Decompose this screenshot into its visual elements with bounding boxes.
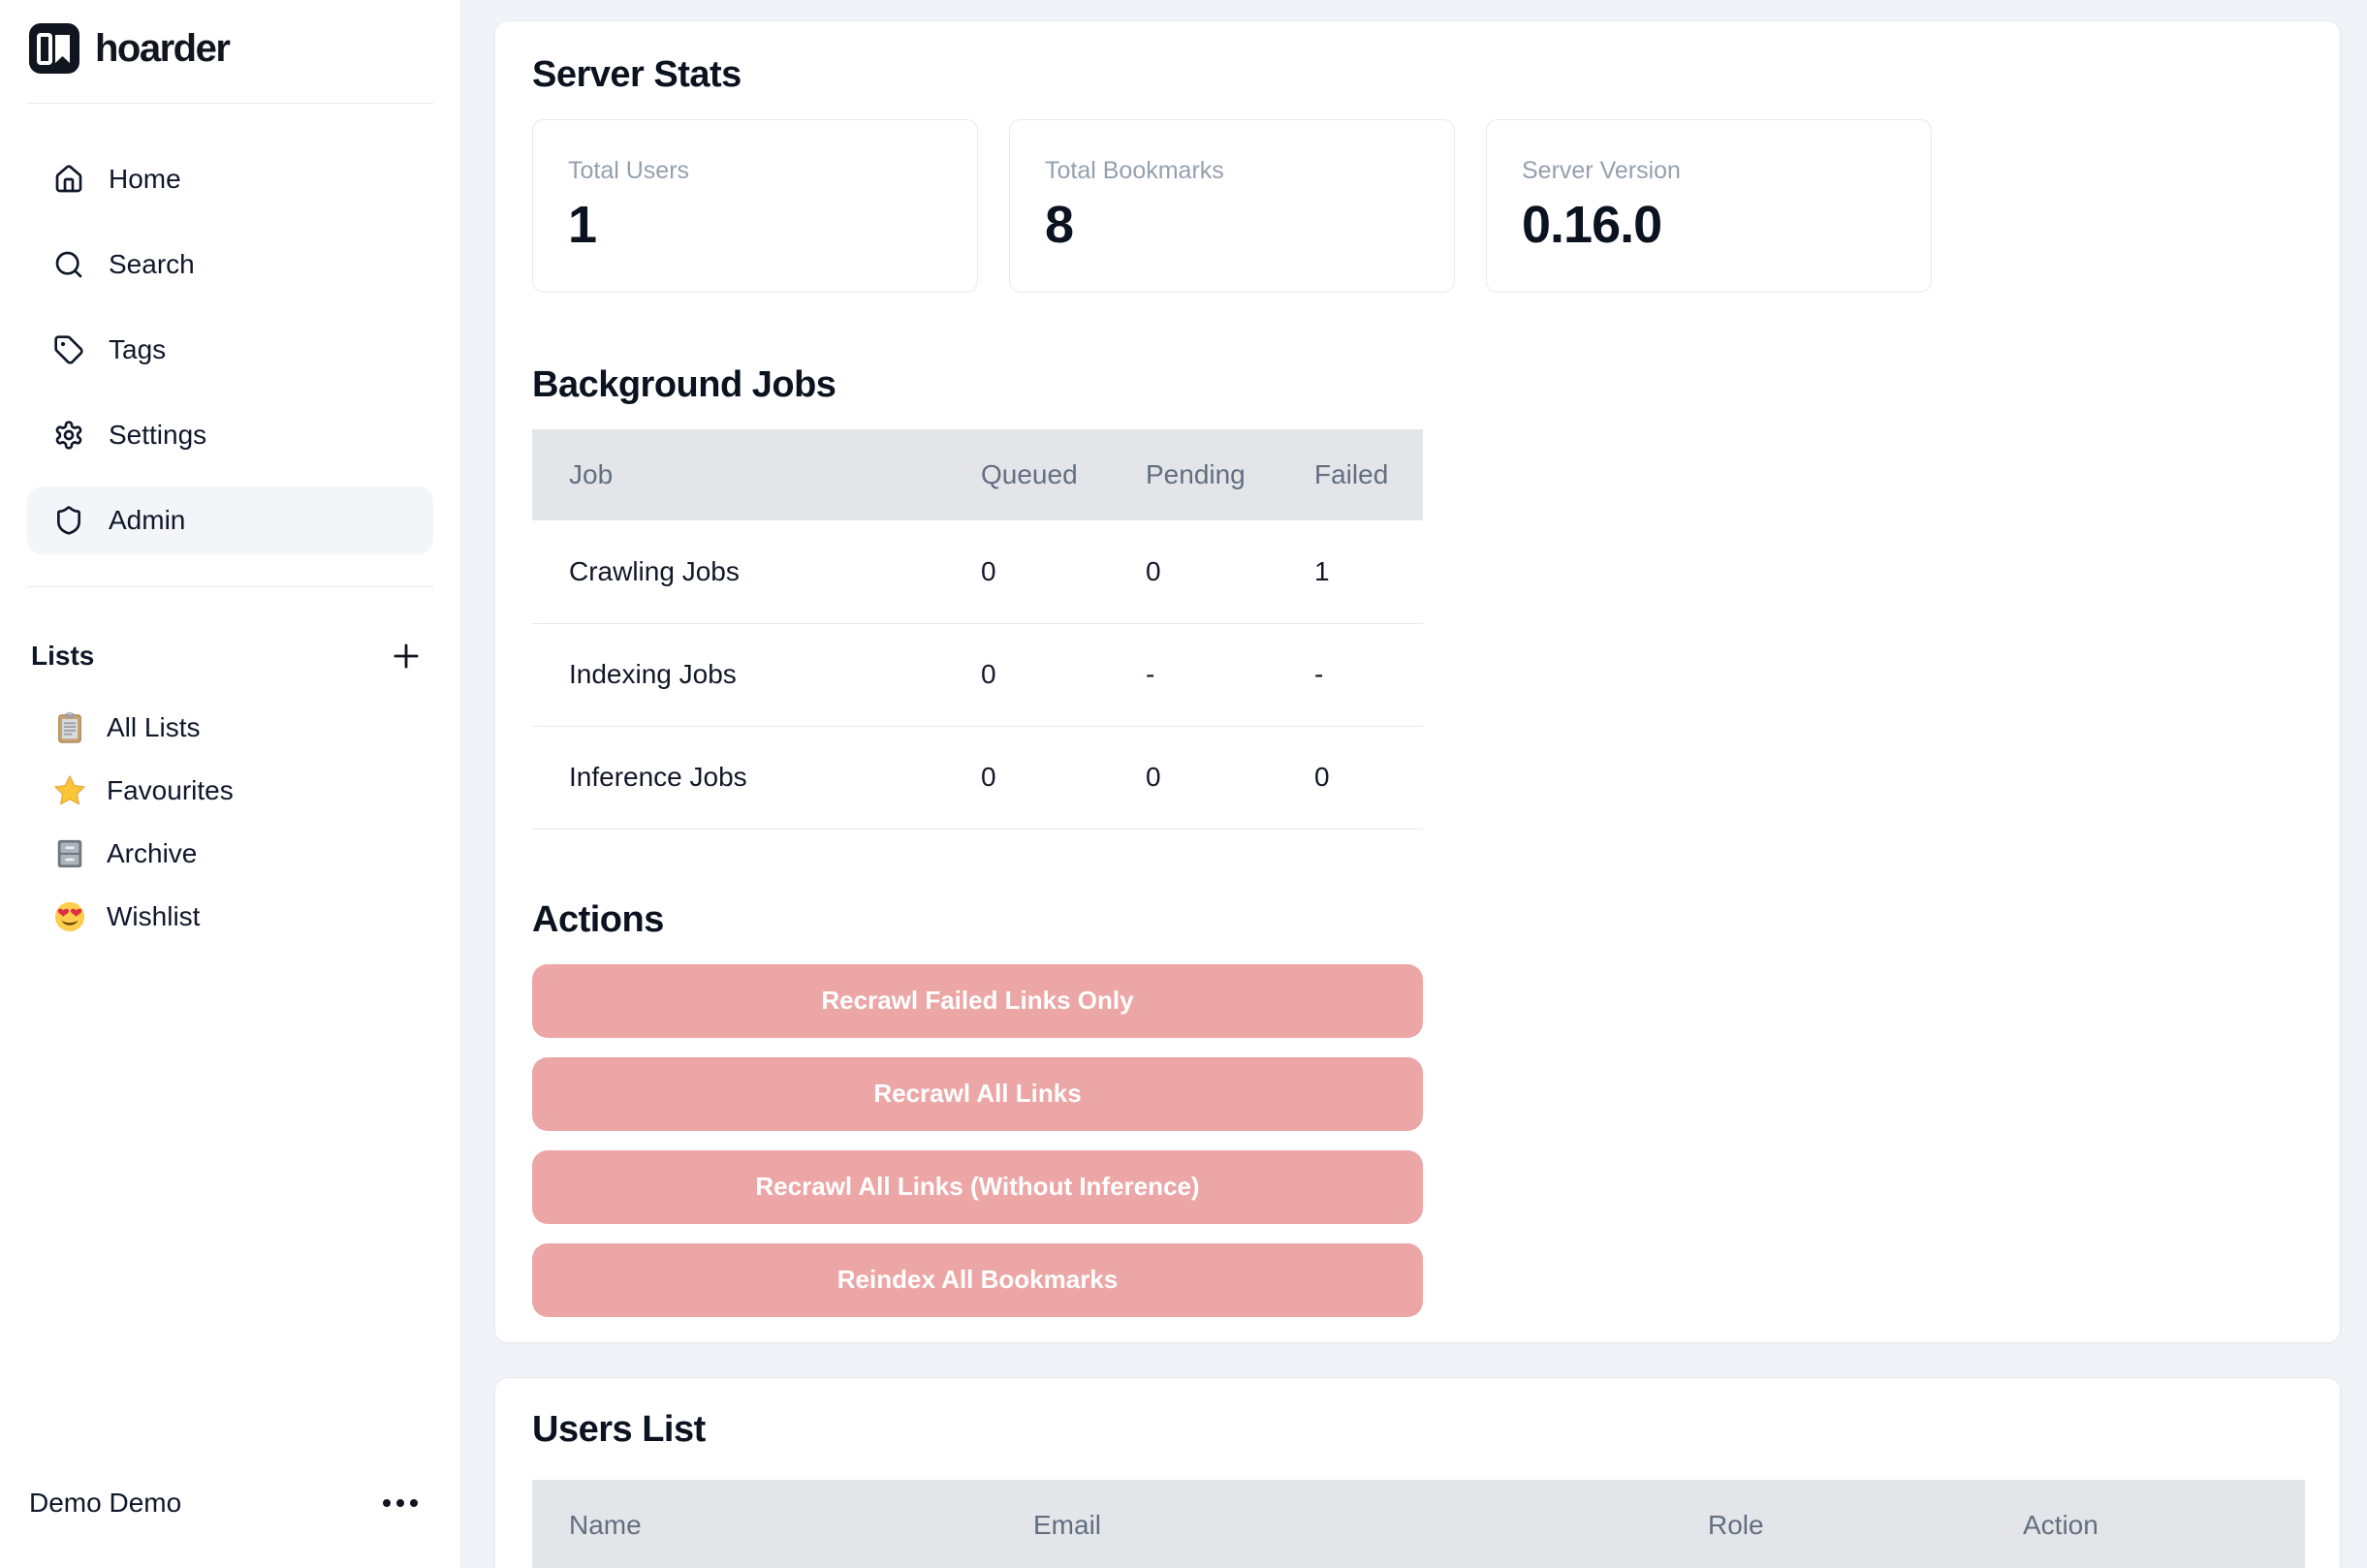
sidebar-item-admin[interactable]: Admin bbox=[27, 486, 433, 554]
recrawl-failed-links-button[interactable]: Recrawl Failed Links Only bbox=[532, 964, 1423, 1038]
table-header-row: Job Queued Pending Failed bbox=[532, 429, 1423, 520]
stat-label: Server Version bbox=[1522, 157, 1896, 185]
stat-value: 1 bbox=[568, 195, 942, 255]
table-row-indexing-jobs: Indexing Jobs 0 - - bbox=[532, 623, 1423, 726]
home-icon bbox=[52, 163, 85, 196]
shield-icon bbox=[52, 504, 85, 537]
sidebar-item-label: Home bbox=[109, 164, 181, 195]
list-item-archive[interactable]: Archive bbox=[27, 826, 433, 882]
lists-title: Lists bbox=[31, 641, 94, 672]
table-row-crawling-jobs: Crawling Jobs 0 0 1 bbox=[532, 520, 1423, 623]
stat-label: Total Bookmarks bbox=[1045, 157, 1419, 185]
admin-page: Server Stats Total Users 1 Total Bookmar… bbox=[461, 0, 2367, 1568]
job-name-cell: Inference Jobs bbox=[532, 726, 944, 829]
recrawl-all-links-button[interactable]: Recrawl All Links bbox=[532, 1057, 1423, 1131]
star-icon bbox=[52, 773, 87, 808]
lists-section: All Lists Favourites bbox=[27, 700, 433, 945]
stat-label: Total Users bbox=[568, 157, 942, 185]
user-menu-button[interactable] bbox=[379, 1493, 422, 1513]
actions-title: Actions bbox=[532, 899, 2303, 941]
add-list-button[interactable] bbox=[385, 635, 427, 677]
sidebar-item-home[interactable]: Home bbox=[27, 145, 433, 213]
ellipsis-icon bbox=[379, 1493, 422, 1513]
column-header-pending: Pending bbox=[1109, 429, 1278, 520]
sidebar-divider-top bbox=[27, 103, 433, 104]
primary-nav: Home Search Tags bbox=[27, 145, 433, 554]
server-stats-title: Server Stats bbox=[532, 54, 2303, 96]
list-item-label: All Lists bbox=[107, 712, 200, 743]
sidebar-item-tags[interactable]: Tags bbox=[27, 316, 433, 384]
user-row: Demo Demo bbox=[27, 1475, 433, 1531]
table-row-inference-jobs: Inference Jobs 0 0 0 bbox=[532, 726, 1423, 829]
job-name-cell: Crawling Jobs bbox=[532, 520, 944, 623]
stat-value: 8 bbox=[1045, 195, 1419, 255]
stat-value: 0.16.0 bbox=[1522, 195, 1896, 255]
pending-cell: 0 bbox=[1109, 726, 1278, 829]
archive-cabinet-icon bbox=[52, 836, 87, 871]
column-header-queued: Queued bbox=[944, 429, 1109, 520]
brand-name: hoarder bbox=[95, 27, 229, 71]
actions-section: Recrawl Failed Links Only Recrawl All Li… bbox=[532, 964, 1423, 1317]
plus-icon bbox=[388, 638, 425, 674]
column-header-name: Name bbox=[532, 1480, 996, 1568]
queued-cell: 0 bbox=[944, 520, 1109, 623]
stat-card-total-users: Total Users 1 bbox=[532, 119, 978, 293]
settings-icon bbox=[52, 419, 85, 452]
column-header-failed: Failed bbox=[1278, 429, 1423, 520]
sidebar-item-search[interactable]: Search bbox=[27, 231, 433, 298]
sidebar-item-label: Tags bbox=[109, 334, 166, 365]
failed-cell: 0 bbox=[1278, 726, 1423, 829]
list-item-wishlist[interactable]: Wishlist bbox=[27, 889, 433, 945]
users-list-title: Users List bbox=[532, 1409, 2303, 1451]
column-header-role: Role bbox=[1671, 1480, 1986, 1568]
admin-card: Server Stats Total Users 1 Total Bookmar… bbox=[494, 20, 2341, 1343]
reindex-all-bookmarks-button[interactable]: Reindex All Bookmarks bbox=[532, 1243, 1423, 1317]
list-item-label: Archive bbox=[107, 838, 197, 869]
column-header-email: Email bbox=[996, 1480, 1671, 1568]
list-item-label: Favourites bbox=[107, 775, 234, 806]
hoarder-logo[interactable]: hoarder bbox=[27, 23, 433, 74]
search-icon bbox=[52, 248, 85, 281]
stat-card-server-version: Server Version 0.16.0 bbox=[1486, 119, 1932, 293]
pending-cell: - bbox=[1109, 623, 1278, 726]
queued-cell: 0 bbox=[944, 623, 1109, 726]
pending-cell: 0 bbox=[1109, 520, 1278, 623]
sidebar-item-label: Admin bbox=[109, 505, 185, 536]
list-item-label: Wishlist bbox=[107, 901, 200, 932]
list-item-all-lists[interactable]: All Lists bbox=[27, 700, 433, 756]
job-name-cell: Indexing Jobs bbox=[532, 623, 944, 726]
lists-header: Lists bbox=[27, 630, 433, 682]
users-list-table: Name Email Role Action bbox=[532, 1480, 2305, 1568]
background-jobs-table: Job Queued Pending Failed Crawling Jobs … bbox=[532, 429, 1423, 830]
failed-cell: - bbox=[1278, 623, 1423, 726]
list-item-favourites[interactable]: Favourites bbox=[27, 763, 433, 819]
table-header-row: Name Email Role Action bbox=[532, 1480, 2305, 1568]
sidebar-divider-lists bbox=[27, 586, 433, 587]
queued-cell: 0 bbox=[944, 726, 1109, 829]
column-header-action: Action bbox=[1986, 1480, 2305, 1568]
failed-cell: 1 bbox=[1278, 520, 1423, 623]
sidebar-spacer bbox=[27, 945, 433, 1475]
column-header-job: Job bbox=[532, 429, 944, 520]
user-name: Demo Demo bbox=[29, 1488, 181, 1519]
tag-icon bbox=[52, 333, 85, 366]
heart-eyes-icon bbox=[52, 899, 87, 934]
hoarder-app: hoarder Home Search bbox=[0, 0, 2367, 1568]
recrawl-all-links-without-inference-button[interactable]: Recrawl All Links (Without Inference) bbox=[532, 1150, 1423, 1224]
background-jobs-title: Background Jobs bbox=[532, 364, 2303, 406]
sidebar-item-label: Search bbox=[109, 249, 195, 280]
sidebar-item-label: Settings bbox=[109, 420, 206, 451]
server-stats-row: Total Users 1 Total Bookmarks 8 Server V… bbox=[532, 119, 2303, 293]
stat-card-total-bookmarks: Total Bookmarks 8 bbox=[1009, 119, 1455, 293]
sidebar-item-settings[interactable]: Settings bbox=[27, 401, 433, 469]
sidebar: hoarder Home Search bbox=[0, 0, 461, 1568]
hoarder-logo-icon bbox=[29, 23, 79, 74]
users-card: Users List Name Email Role Action bbox=[494, 1377, 2341, 1568]
clipboard-icon bbox=[52, 710, 87, 745]
